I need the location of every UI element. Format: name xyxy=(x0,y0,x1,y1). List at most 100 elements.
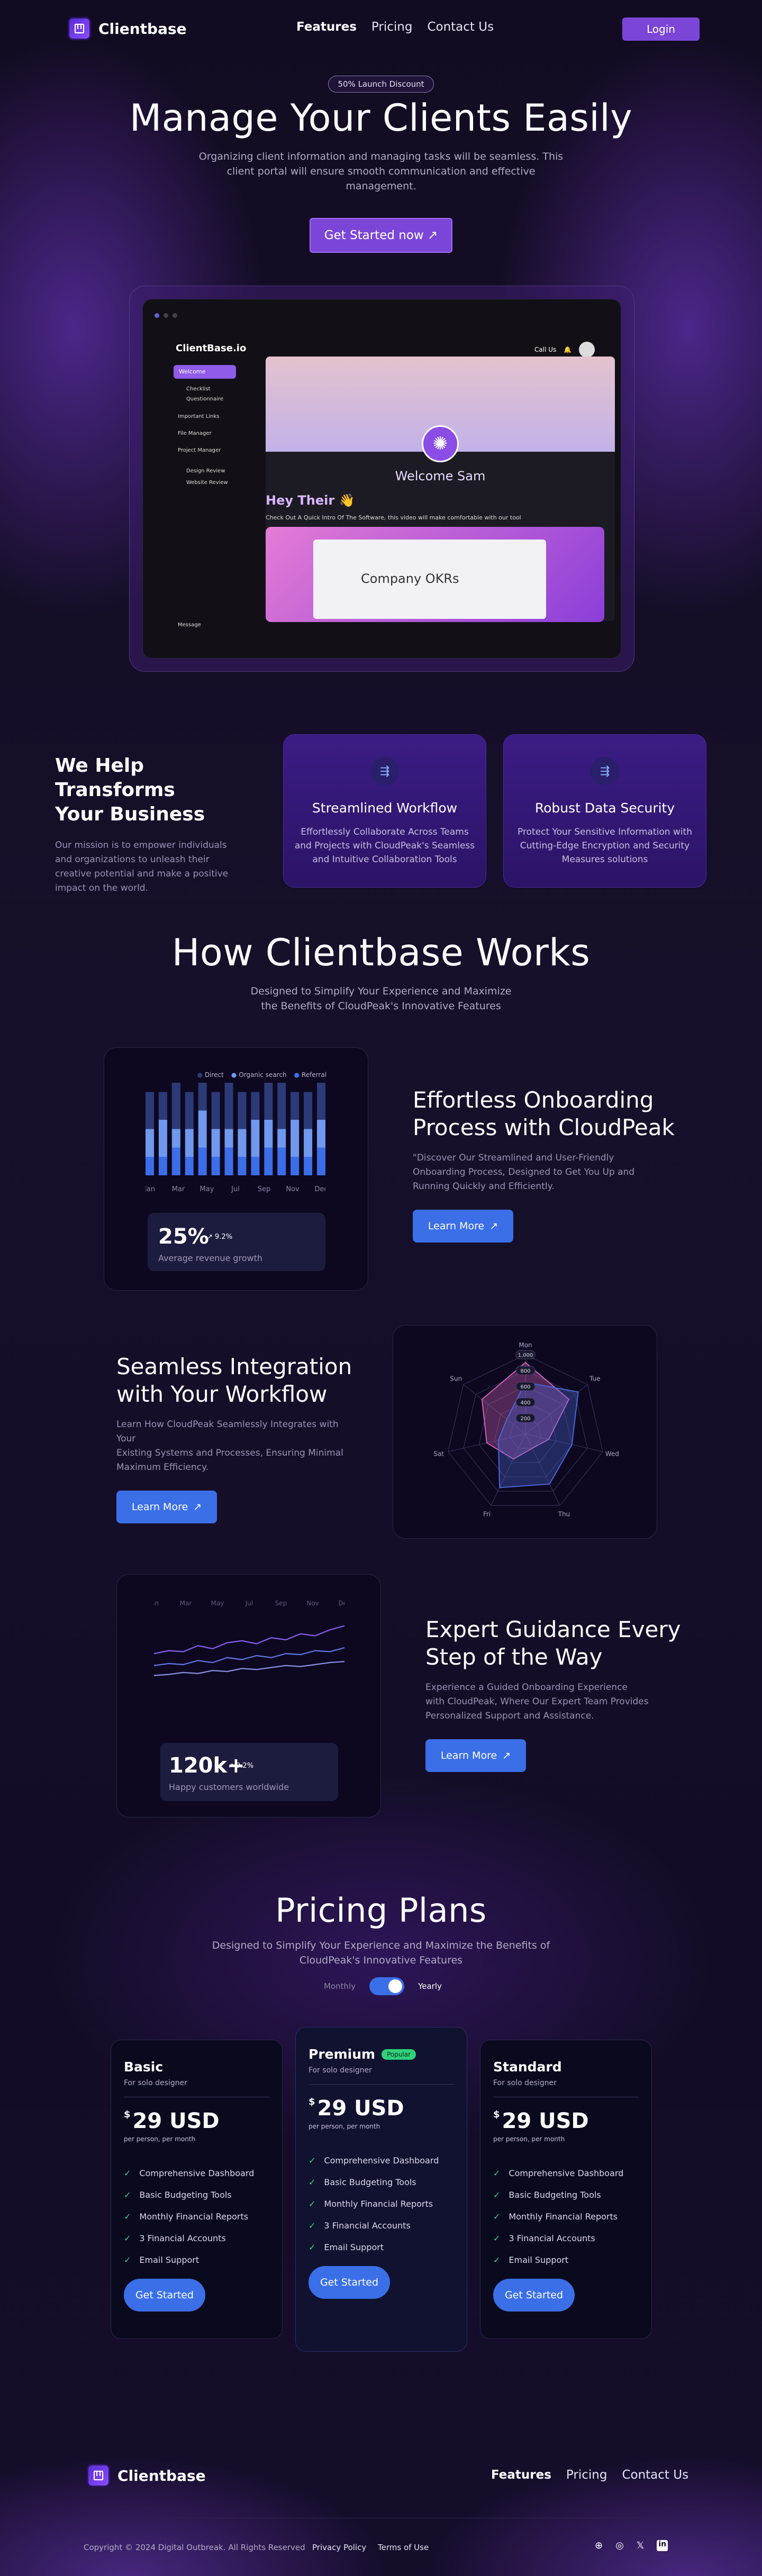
sidebar-item-design-review[interactable]: Design Review xyxy=(186,465,228,477)
x-tick-label: Jan xyxy=(146,1185,155,1193)
plan-price-value: 29 USD xyxy=(132,2109,220,2133)
plan-feature: ✓ 3 Financial Accounts xyxy=(124,2233,269,2243)
login-button[interactable]: Login xyxy=(622,17,700,41)
step2-content: Seamless Integration with Your Workflow … xyxy=(116,1353,360,1523)
intro-video[interactable]: Company OKRs xyxy=(266,527,604,622)
step3-text-line: Personalized Support and Assistance. xyxy=(425,1711,594,1721)
step2-text-line: Learn How CloudPeak Seamlessly Integrate… xyxy=(116,1419,339,1444)
footer-logo[interactable]: Clientbase xyxy=(87,2464,206,2487)
line-series xyxy=(154,1661,344,1676)
plan-divider xyxy=(309,2084,454,2085)
bar-segment xyxy=(291,1157,300,1175)
x-tick-label: May xyxy=(211,1600,224,1607)
sidebar-item-welcome[interactable]: Welcome xyxy=(174,365,236,379)
pricing-subtitle-line: Designed to Simplify Your Experience and… xyxy=(212,1940,550,1951)
nav-contact[interactable]: Contact Us xyxy=(427,20,494,34)
header-logo[interactable]: Clientbase xyxy=(68,17,187,40)
plan-feature-label: Comprehensive Dashboard xyxy=(509,2168,624,2178)
step3-learn-more-button[interactable]: Learn More ↗ xyxy=(425,1739,526,1772)
logo-text: Clientbase xyxy=(98,20,187,38)
plan-feature: ✓ Comprehensive Dashboard xyxy=(493,2168,639,2178)
legend-label: Direct xyxy=(204,1071,224,1079)
footer-nav-pricing[interactable]: Pricing xyxy=(566,2468,607,2482)
sidebar-item-questionnaire[interactable]: Questionnaire xyxy=(186,394,223,404)
step3-text-line: Experience a Guided Onboarding Experienc… xyxy=(425,1682,628,1693)
plan-name: Basic xyxy=(124,2059,164,2075)
plan-get-started-button[interactable]: Get Started xyxy=(309,2266,390,2299)
feature-text-line: Measures solutions xyxy=(561,854,648,865)
plan-header: Standard xyxy=(493,2059,639,2075)
linkedin-icon[interactable]: in xyxy=(657,2540,668,2551)
bar-segment xyxy=(264,1147,273,1175)
plan-features: ✓ Comprehensive Dashboard ✓ Basic Budgeting… xyxy=(309,2155,454,2252)
plan-get-started-button[interactable]: Get Started xyxy=(124,2279,205,2312)
plan-feature-label: Basic Budgeting Tools xyxy=(324,2177,416,2187)
check-icon: ✓ xyxy=(124,2255,131,2265)
billing-switch[interactable] xyxy=(369,1977,405,1995)
plan-get-started-button[interactable]: Get Started xyxy=(493,2279,575,2312)
sidebar-item-checklist[interactable]: Checklist xyxy=(186,384,223,394)
radar-axis-label: Tue xyxy=(589,1375,601,1382)
app-brand: ClientBase.io xyxy=(176,343,247,354)
check-icon: ✓ xyxy=(124,2168,131,2178)
footer-nav-contact[interactable]: Contact Us xyxy=(622,2468,688,2482)
sidebar-item-files[interactable]: File Manager xyxy=(178,425,221,442)
sidebar-item-website-review[interactable]: Website Review xyxy=(186,477,228,489)
bar-legend: ● Direct ● Organic search ● Referral xyxy=(197,1071,326,1079)
bar-segment xyxy=(317,1147,325,1175)
x-tick-label: Mar xyxy=(172,1185,185,1193)
step1-learn-more-button[interactable]: Learn More ↗ xyxy=(413,1210,513,1243)
feature-text: Protect Your Sensitive Information with … xyxy=(504,825,706,866)
plan-feature-label: Email Support xyxy=(139,2255,199,2265)
privacy-link[interactable]: Privacy Policy xyxy=(312,2543,366,2552)
monthly-label[interactable]: Monthly xyxy=(324,1981,356,1991)
plan-price: $29 USD xyxy=(124,2109,220,2133)
yearly-label[interactable]: Yearly xyxy=(418,1981,442,1991)
bar-segment xyxy=(211,1092,220,1129)
step2-learn-more-button[interactable]: Learn More ↗ xyxy=(116,1491,217,1523)
pricing-subtitle-line: CloudPeak's Innovative Features xyxy=(299,1954,463,1966)
plan-feature-label: Email Support xyxy=(324,2242,384,2252)
plan-price-value: 29 USD xyxy=(317,2096,404,2121)
logo-icon xyxy=(68,17,91,40)
bar-segment xyxy=(277,1083,286,1129)
footer-nav-features[interactable]: Features xyxy=(491,2468,551,2482)
plan-name: Premium xyxy=(309,2047,376,2062)
bar-segment xyxy=(171,1129,180,1148)
check-icon: ✓ xyxy=(124,2212,131,2222)
radar-axis-label: Sun xyxy=(450,1375,462,1382)
sidebar-item-message[interactable]: Message xyxy=(178,622,201,628)
bar-segment xyxy=(264,1083,273,1120)
nav-features[interactable]: Features xyxy=(296,20,357,34)
legend-organic: ● Organic search xyxy=(231,1071,287,1079)
avatar[interactable] xyxy=(579,342,595,358)
plan-feature: ✓ Monthly Financial Reports xyxy=(309,2199,454,2209)
bar-segment xyxy=(146,1157,154,1175)
arrow-up-right-icon: ↗ xyxy=(489,1220,498,1232)
feature-text-line: and Projects with CloudPeak's Seamless xyxy=(294,841,475,851)
terms-link[interactable]: Terms of Use xyxy=(378,2543,429,2552)
chart-card-line: Jan Mar May Jul Sep Nov Dec 120k+ ↗ 9.2% Happy… xyxy=(116,1574,381,1817)
app-header: Call Us 🔔 xyxy=(534,342,595,358)
sidebar-item-links[interactable]: Important Links xyxy=(178,408,221,425)
bar-segment xyxy=(171,1083,180,1129)
call-us-link[interactable]: Call Us xyxy=(534,346,556,353)
get-started-button[interactable]: Get Started now ↗ xyxy=(310,218,452,253)
sidebar-subitems: Checklist Questionnaire xyxy=(186,384,223,404)
feature-title: Streamlined Workflow xyxy=(312,800,458,816)
line-series xyxy=(154,1647,344,1666)
x-tick-label: Jul xyxy=(245,1600,253,1607)
bar-segment xyxy=(224,1083,233,1129)
x-tick-label: Nov xyxy=(306,1600,319,1607)
help-title-line: Your Business xyxy=(55,803,205,825)
sidebar-item-projects[interactable]: Project Manager xyxy=(178,442,221,459)
chart-card-bar: ● Direct ● Organic search ● Referral Jan… xyxy=(104,1047,368,1291)
plan-header: Basic xyxy=(124,2059,269,2075)
nav-pricing[interactable]: Pricing xyxy=(371,20,413,34)
pricing-subtitle: Designed to Simplify Your Experience and… xyxy=(0,1938,762,1968)
radar-axis-label: Sat xyxy=(433,1450,444,1457)
instagram-icon[interactable]: ◎ xyxy=(615,2540,624,2551)
pinterest-icon[interactable]: ⊕ xyxy=(595,2540,603,2551)
x-icon[interactable]: 𝕏 xyxy=(637,2540,645,2551)
bell-icon[interactable]: 🔔 xyxy=(564,346,572,353)
